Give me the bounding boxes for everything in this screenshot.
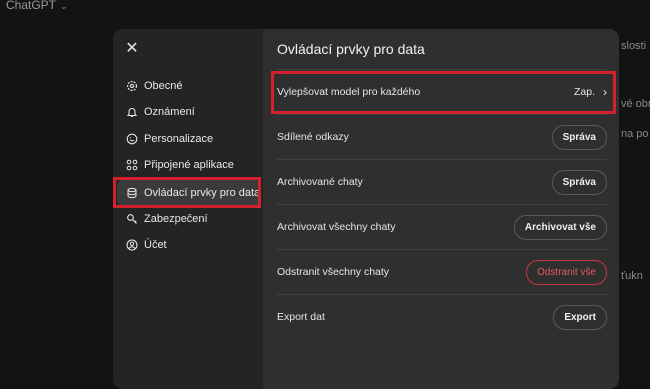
sidebar-item-label: Oznámení [144,106,195,118]
setting-label: Odstranit všechny chaty [277,266,390,278]
sidebar-item-label: Obecné [144,80,183,92]
improve-model-toggle[interactable]: Zap. › [574,85,607,99]
chevron-right-icon: › [603,85,607,99]
gear-icon [126,80,138,92]
sidebar-item-security[interactable]: Zabezpečení [117,206,261,232]
setting-row-archive-all: Archivovat všechny chaty Archivovat vše [277,204,607,249]
sidebar-item-label: Účet [144,239,167,251]
sidebar-item-label: Ovládací prvky pro data [144,187,261,199]
setting-value: Zap. [573,86,595,98]
sidebar-item-label: Personalizace [144,133,214,145]
setting-row-delete-all: Odstranit všechny chaty Odstranit vše [277,249,607,294]
sidebar-item-personalization[interactable]: Personalizace [117,126,261,152]
sidebar-item-account[interactable]: Účet [117,232,261,258]
manage-archived-chats-button[interactable]: Správa [551,169,607,195]
page-title: Ovládací prvky pro data [277,41,425,57]
setting-label: Archivované chaty [277,176,363,188]
app-title[interactable]: ChatGPT ⌄ [6,0,68,12]
setting-label: Sdílené odkazy [277,131,349,143]
sidebar-item-connected-apps[interactable]: Připojené aplikace [117,152,261,178]
background-text: ťukn [621,270,643,282]
database-icon [127,187,137,199]
setting-row-archived-chats: Archivované chaty Správa [277,159,607,204]
apps-grid-icon [126,159,138,171]
personalization-icon [126,133,138,145]
close-icon[interactable]: ✕ [124,41,140,57]
chevron-down-icon: ⌄ [60,1,68,11]
setting-label: Vylepšovat model pro každého [277,86,421,98]
shield-key-icon [127,214,137,224]
settings-modal: ✕ Obecné Oznámení Personalizace Připojen… [113,29,619,389]
setting-label: Archivovat všechny chaty [277,221,396,233]
bell-icon [126,108,138,118]
setting-label: Export dat [277,311,325,323]
sidebar-item-label: Zabezpečení [144,213,208,225]
background-text: slosti [621,40,647,52]
sidebar-item-data-controls[interactable]: Ovládací prvky pro data [117,180,261,206]
background-text: vé obr [621,98,650,110]
background-text: na po [621,128,649,140]
sidebar-item-label: Připojené aplikace [144,159,234,171]
settings-content: Ovládací prvky pro data Vylepšovat model… [263,29,619,389]
setting-row-improve-model[interactable]: Vylepšovat model pro každého Zap. › [277,69,607,114]
settings-sidebar: ✕ Obecné Oznámení Personalizace Připojen… [113,29,263,389]
setting-row-export: Export dat Export [277,294,607,339]
export-button[interactable]: Export [553,304,607,330]
sidebar-item-general[interactable]: Obecné [117,73,261,99]
manage-shared-links-button[interactable]: Správa [551,124,607,150]
account-icon [126,239,138,251]
setting-row-shared-links: Sdílené odkazy Správa [277,114,607,159]
sidebar-item-notifications[interactable]: Oznámení [117,99,261,125]
delete-all-button[interactable]: Odstranit vše [526,259,607,285]
archive-all-button[interactable]: Archivovat vše [513,214,607,240]
